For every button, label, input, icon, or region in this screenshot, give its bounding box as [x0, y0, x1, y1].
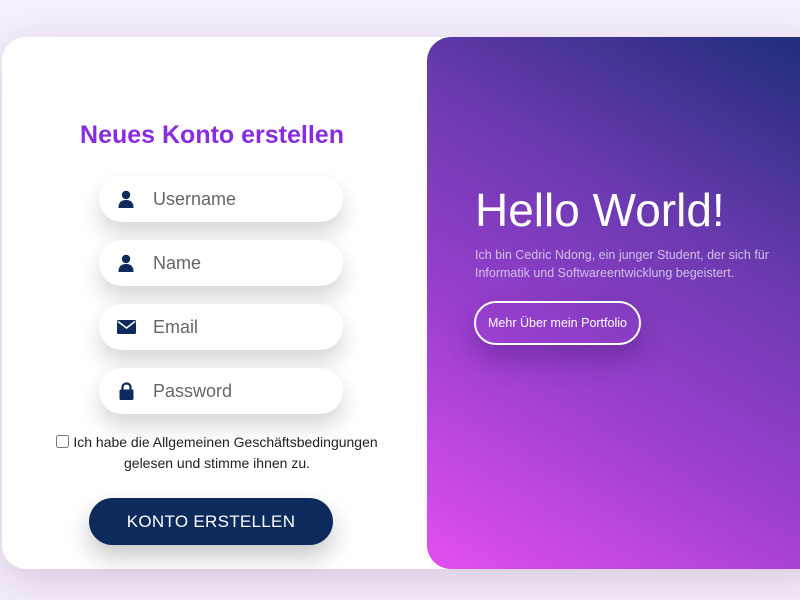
user-icon	[99, 254, 153, 272]
welcome-panel: Hello World! Ich bin Cedric Ndong, ein j…	[427, 37, 800, 569]
password-field[interactable]	[99, 368, 343, 414]
email-field[interactable]	[99, 304, 343, 350]
terms-label: Ich habe die Allgemeinen Geschäftsbeding…	[73, 434, 378, 471]
username-field[interactable]	[99, 176, 343, 222]
signup-form: Neues Konto erstellen Ic	[2, 37, 427, 569]
user-icon	[99, 190, 153, 208]
lock-icon	[99, 382, 153, 400]
create-account-button[interactable]: KONTO ERSTELLEN	[89, 498, 333, 545]
password-input[interactable]	[153, 371, 333, 411]
terms-checkbox[interactable]	[56, 435, 70, 448]
hero-description: Ich bin Cedric Ndong, ein junger Student…	[475, 248, 769, 280]
signup-card: Neues Konto erstellen Ic	[2, 37, 800, 569]
name-field[interactable]	[99, 240, 343, 286]
email-input[interactable]	[153, 307, 333, 347]
username-input[interactable]	[153, 179, 333, 219]
terms-agreement: Ich habe die Allgemeinen Geschäftsbeding…	[42, 432, 392, 474]
form-title: Neues Konto erstellen	[80, 121, 344, 149]
portfolio-button[interactable]: Mehr Über mein Portfolio	[474, 301, 641, 345]
name-input[interactable]	[153, 243, 333, 283]
envelope-icon	[99, 320, 153, 334]
hero-title: Hello World!	[475, 184, 725, 236]
